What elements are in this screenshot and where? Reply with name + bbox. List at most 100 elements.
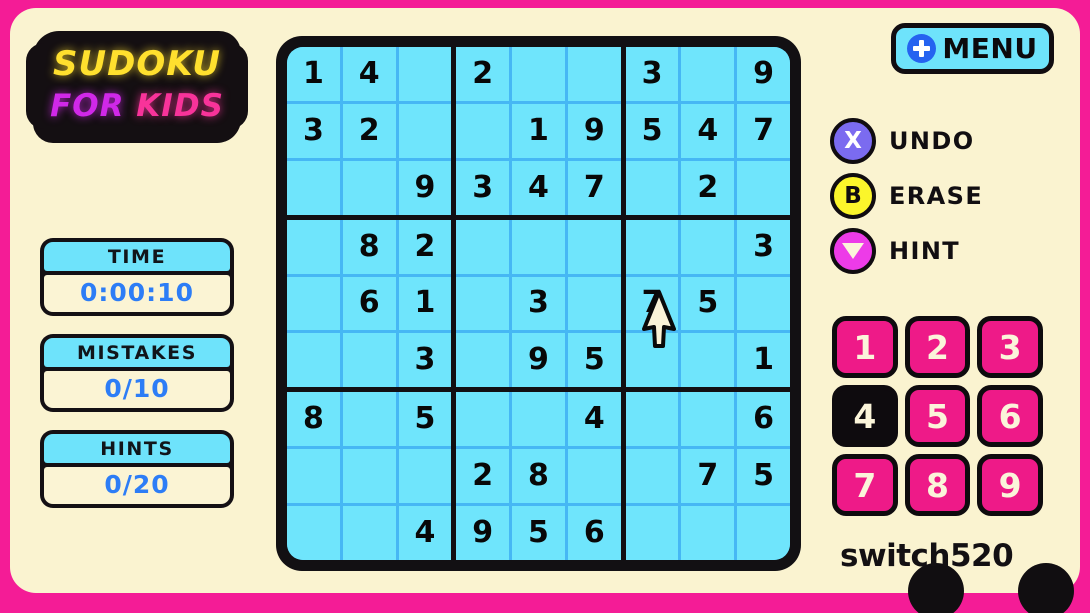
numpad-key-4[interactable]: 4	[832, 385, 898, 447]
sudoku-cell[interactable]: 4	[398, 506, 452, 560]
sudoku-cell[interactable]	[398, 449, 452, 504]
sudoku-cell[interactable]	[681, 47, 735, 101]
sudoku-cell[interactable]: 1	[287, 47, 340, 101]
sudoku-cell[interactable]	[456, 276, 510, 331]
sudoku-cell[interactable]	[342, 333, 396, 388]
sudoku-cell[interactable]: 5	[512, 506, 565, 560]
sudoku-cell[interactable]	[287, 506, 340, 560]
sudoku-cell[interactable]	[398, 103, 452, 158]
numpad-key-3[interactable]: 3	[977, 316, 1043, 378]
sudoku-cell[interactable]	[342, 506, 396, 560]
sudoku-cell[interactable]: 4	[567, 392, 621, 447]
sudoku-cell[interactable]: 3	[456, 160, 510, 215]
number-pad[interactable]: 123 456 789	[832, 316, 1043, 516]
sudoku-cell[interactable]: 3	[737, 219, 790, 274]
sudoku-cell[interactable]	[737, 276, 790, 331]
sudoku-cell[interactable]	[681, 506, 735, 560]
numpad-key-9[interactable]: 9	[977, 454, 1043, 516]
sudoku-cell[interactable]	[625, 219, 679, 274]
sudoku-cell[interactable]: 3	[512, 276, 565, 331]
numpad-key-8[interactable]: 8	[904, 454, 971, 516]
sudoku-cell[interactable]	[456, 333, 510, 388]
sudoku-cell[interactable]	[342, 392, 396, 447]
sudoku-cell[interactable]: 5	[567, 333, 621, 388]
menu-button[interactable]: MENU	[891, 23, 1054, 74]
sudoku-cell[interactable]	[625, 392, 679, 447]
sudoku-cell[interactable]	[567, 47, 621, 101]
stats-panel: TIME 0:00:10 MISTAKES 0/10 HINTS 0/20	[40, 238, 234, 526]
sudoku-cell[interactable]: 9	[398, 160, 452, 215]
sudoku-cell[interactable]: 3	[287, 103, 340, 158]
stat-card-mistakes: MISTAKES 0/10	[40, 334, 234, 412]
sudoku-board[interactable]: 1432921934739547282613395375185442895667…	[276, 36, 801, 571]
sudoku-cell[interactable]: 3	[625, 47, 679, 101]
sudoku-cell[interactable]	[287, 449, 340, 504]
sudoku-cell[interactable]: 9	[737, 47, 790, 101]
sudoku-cell[interactable]: 3	[398, 333, 452, 388]
sudoku-cell[interactable]: 5	[737, 449, 790, 504]
sudoku-cell[interactable]: 4	[342, 47, 396, 101]
sudoku-cell[interactable]	[512, 47, 565, 101]
sudoku-cell[interactable]	[625, 333, 679, 388]
numpad-key-7[interactable]: 7	[832, 454, 898, 516]
sudoku-cell[interactable]: 2	[681, 160, 735, 215]
sudoku-cell[interactable]: 2	[456, 449, 510, 504]
sudoku-cell[interactable]	[456, 219, 510, 274]
sudoku-cell[interactable]	[567, 219, 621, 274]
sudoku-cell[interactable]: 7	[625, 276, 679, 331]
sudoku-cell[interactable]	[567, 449, 621, 504]
sudoku-cell[interactable]: 4	[512, 160, 565, 215]
sudoku-cell[interactable]: 1	[737, 333, 790, 388]
numpad-key-1[interactable]: 1	[832, 316, 898, 378]
sudoku-cell[interactable]	[398, 47, 452, 101]
sudoku-cell[interactable]	[287, 160, 340, 215]
sudoku-cell[interactable]: 6	[342, 276, 396, 331]
sudoku-cell[interactable]: 9	[512, 333, 565, 388]
sudoku-cell[interactable]: 8	[342, 219, 396, 274]
sudoku-grid[interactable]: 1432921934739547282613395375185442895667…	[287, 47, 790, 560]
sudoku-cell[interactable]: 8	[512, 449, 565, 504]
sudoku-cell[interactable]: 7	[681, 449, 735, 504]
sudoku-cell[interactable]: 7	[567, 160, 621, 215]
sudoku-cell[interactable]: 6	[567, 506, 621, 560]
sudoku-cell[interactable]: 1	[512, 103, 565, 158]
sudoku-cell[interactable]	[456, 103, 510, 158]
sudoku-cell[interactable]	[681, 392, 735, 447]
sudoku-cell[interactable]	[287, 219, 340, 274]
erase-button[interactable]: B ERASE	[830, 173, 983, 219]
sudoku-cell[interactable]	[567, 276, 621, 331]
sudoku-cell[interactable]	[681, 219, 735, 274]
sudoku-cell[interactable]: 1	[398, 276, 452, 331]
sudoku-cell[interactable]	[625, 506, 679, 560]
sudoku-cell[interactable]	[342, 160, 396, 215]
sudoku-cell[interactable]: 6	[737, 392, 790, 447]
sudoku-cell[interactable]: 7	[737, 103, 790, 158]
sudoku-cell[interactable]: 9	[567, 103, 621, 158]
numpad-key-5[interactable]: 5	[904, 385, 971, 447]
sudoku-cell[interactable]	[342, 449, 396, 504]
sudoku-cell[interactable]	[737, 506, 790, 560]
sudoku-cell[interactable]	[287, 276, 340, 331]
sudoku-cell[interactable]	[625, 449, 679, 504]
sudoku-cell[interactable]: 4	[681, 103, 735, 158]
sudoku-cell[interactable]: 5	[625, 103, 679, 158]
sudoku-cell[interactable]	[737, 160, 790, 215]
hint-button[interactable]: HINT	[830, 228, 983, 274]
numpad-key-2[interactable]: 2	[904, 316, 971, 378]
sudoku-cell[interactable]: 5	[398, 392, 452, 447]
sudoku-cell[interactable]: 2	[398, 219, 452, 274]
undo-button[interactable]: X UNDO	[830, 118, 983, 164]
numpad-key-6[interactable]: 6	[977, 385, 1043, 447]
sudoku-cell[interactable]: 9	[456, 506, 510, 560]
sudoku-cell[interactable]	[681, 333, 735, 388]
sudoku-cell[interactable]	[456, 392, 510, 447]
sudoku-cell[interactable]	[625, 160, 679, 215]
sudoku-cell[interactable]	[287, 333, 340, 388]
sudoku-cell[interactable]	[512, 219, 565, 274]
sudoku-cell[interactable]: 5	[681, 276, 735, 331]
sudoku-cell[interactable]: 2	[456, 47, 510, 101]
sudoku-cell[interactable]	[512, 392, 565, 447]
sudoku-cell[interactable]: 2	[342, 103, 396, 158]
triangle-shape	[842, 243, 864, 259]
sudoku-cell[interactable]: 8	[287, 392, 340, 447]
